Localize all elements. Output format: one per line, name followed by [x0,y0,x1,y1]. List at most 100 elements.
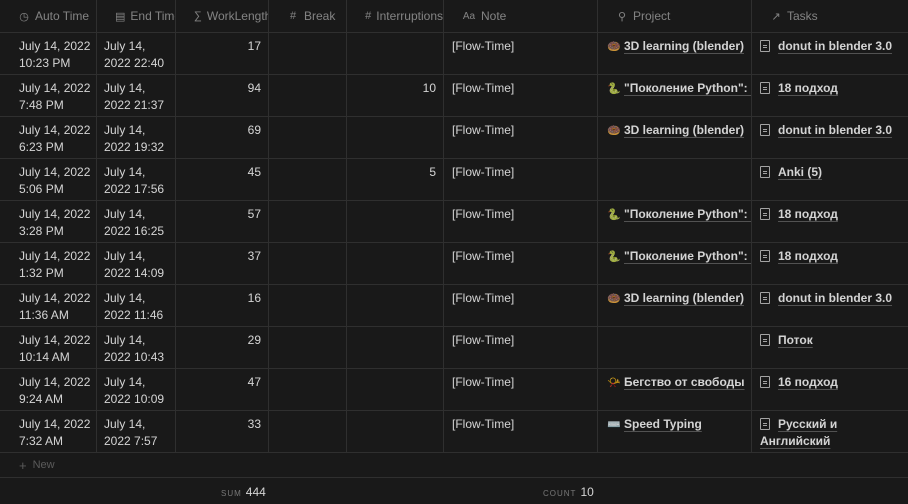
tasks-cell[interactable]: 18 подход [752,201,908,242]
break-cell[interactable] [269,285,347,326]
break-cell[interactable] [269,75,347,116]
project-cell[interactable]: 🐍"Поколение Python": курс [598,201,752,242]
note-cell[interactable]: [Flow-Time] [444,411,598,452]
worklength-cell[interactable]: 33 [176,411,269,452]
project-cell[interactable] [598,327,752,368]
break-cell[interactable] [269,33,347,74]
auto-time-cell[interactable]: July 14, 2022 10:23 PM [0,33,97,74]
tasks-cell[interactable]: 18 подход [752,75,908,116]
note-cell[interactable]: [Flow-Time] [444,159,598,200]
table-row[interactable]: July 14, 2022 9:24 AM July 14, 2022 10:09 47… [0,369,908,411]
column-header-end-time[interactable]: ▤ End Time [97,0,176,32]
table-row[interactable]: July 14, 2022 10:14 AM July 14, 2022 10:43 2… [0,327,908,369]
project-cell[interactable] [598,159,752,200]
break-cell[interactable] [269,201,347,242]
task-link[interactable]: 18 подход [778,81,838,95]
project-link[interactable]: Бегство от свободы [624,375,745,389]
worklength-cell[interactable]: 69 [176,117,269,158]
table-row[interactable]: July 14, 2022 7:48 PM July 14, 2022 21:37 94… [0,75,908,117]
column-header-tasks[interactable]: ↗ Tasks [752,0,908,32]
project-cell[interactable]: ⌨️ Speed Typing [598,411,752,452]
task-link[interactable]: 16 подход [778,375,838,389]
end-time-cell[interactable]: July 14, 2022 10:09 [97,369,176,410]
project-link[interactable]: 3D learning (blender) [624,291,744,305]
break-cell[interactable] [269,369,347,410]
table-row[interactable]: July 14, 2022 11:36 AM July 14, 2022 11:46 1… [0,285,908,327]
end-time-cell[interactable]: July 14, 2022 17:56 [97,159,176,200]
worklength-cell[interactable]: 57 [176,201,269,242]
auto-time-cell[interactable]: July 14, 2022 11:36 AM [0,285,97,326]
column-header-note[interactable]: Aa Note [444,0,598,32]
task-link[interactable]: Anki (5) [778,165,822,179]
project-link[interactable]: 3D learning (blender) [624,39,744,53]
end-time-cell[interactable]: July 14, 2022 10:43 [97,327,176,368]
project-cell[interactable]: 🍩 3D learning (blender) [598,117,752,158]
task-link[interactable]: donut in blender 3.0 [778,291,892,305]
note-cell[interactable]: [Flow-Time] [444,201,598,242]
project-link[interactable]: "Поколение Python": курс [624,81,751,95]
task-link[interactable]: Поток [778,333,813,347]
tasks-cell[interactable]: Поток [752,327,908,368]
note-cell[interactable]: [Flow-Time] [444,75,598,116]
tasks-cell[interactable]: donut in blender 3.0 [752,33,908,74]
interruptions-cell[interactable]: 10 [347,75,444,116]
interruptions-cell[interactable]: 5 [347,159,444,200]
tasks-cell[interactable]: Русский и Английский [752,411,908,452]
task-link[interactable]: 18 подход [778,207,838,221]
interruptions-cell[interactable] [347,243,444,284]
project-cell[interactable]: 🐍"Поколение Python": курс [598,243,752,284]
worklength-cell[interactable]: 94 [176,75,269,116]
new-row-button[interactable]: + New [0,453,908,478]
interruptions-cell[interactable] [347,33,444,74]
end-time-cell[interactable]: July 14, 2022 7:57 [97,411,176,452]
project-cell[interactable]: 📯 Бегство от свободы [598,369,752,410]
note-cell[interactable]: [Flow-Time] [444,243,598,284]
project-link[interactable]: "Поколение Python": курс [624,249,751,263]
end-time-cell[interactable]: July 14, 2022 11:46 [97,285,176,326]
task-link[interactable]: donut in blender 3.0 [778,39,892,53]
tasks-cell[interactable]: 16 подход [752,369,908,410]
end-time-cell[interactable]: July 14, 2022 21:37 [97,75,176,116]
note-cell[interactable]: [Flow-Time] [444,369,598,410]
project-link[interactable]: 3D learning (blender) [624,123,744,137]
project-cell[interactable]: 🍩 3D learning (blender) [598,33,752,74]
end-time-cell[interactable]: July 14, 2022 19:32 [97,117,176,158]
note-cell[interactable]: [Flow-Time] [444,33,598,74]
note-cell[interactable]: [Flow-Time] [444,327,598,368]
auto-time-cell[interactable]: July 14, 2022 10:14 AM [0,327,97,368]
end-time-cell[interactable]: July 14, 2022 22:40 [97,33,176,74]
column-header-worklength[interactable]: ∑ WorkLength [176,0,269,32]
break-cell[interactable] [269,159,347,200]
auto-time-cell[interactable]: July 14, 2022 9:24 AM [0,369,97,410]
note-cell[interactable]: [Flow-Time] [444,285,598,326]
count-aggregate[interactable]: COUNT 10 [543,485,594,499]
interruptions-cell[interactable] [347,327,444,368]
column-header-auto-time[interactable]: ◷ Auto Time [0,0,97,32]
worklength-cell[interactable]: 47 [176,369,269,410]
tasks-cell[interactable]: 18 подход [752,243,908,284]
auto-time-cell[interactable]: July 14, 2022 5:06 PM [0,159,97,200]
end-time-cell[interactable]: July 14, 2022 14:09 [97,243,176,284]
interruptions-cell[interactable] [347,117,444,158]
auto-time-cell[interactable]: July 14, 2022 3:28 PM [0,201,97,242]
auto-time-cell[interactable]: July 14, 2022 7:32 AM [0,411,97,452]
auto-time-cell[interactable]: July 14, 2022 7:48 PM [0,75,97,116]
worklength-cell[interactable]: 17 [176,33,269,74]
tasks-cell[interactable]: donut in blender 3.0 [752,285,908,326]
end-time-cell[interactable]: July 14, 2022 16:25 [97,201,176,242]
note-cell[interactable]: [Flow-Time] [444,117,598,158]
project-link[interactable]: Speed Typing [624,417,702,431]
worklength-cell[interactable]: 45 [176,159,269,200]
worklength-cell[interactable]: 29 [176,327,269,368]
project-link[interactable]: "Поколение Python": курс [624,207,751,221]
task-link[interactable]: donut in blender 3.0 [778,123,892,137]
project-cell[interactable]: 🍩 3D learning (blender) [598,285,752,326]
worklength-cell[interactable]: 16 [176,285,269,326]
table-row[interactable]: July 14, 2022 7:32 AM July 14, 2022 7:57 33 [… [0,411,908,453]
break-cell[interactable] [269,411,347,452]
break-cell[interactable] [269,243,347,284]
interruptions-cell[interactable] [347,369,444,410]
task-link[interactable]: 18 подход [778,249,838,263]
tasks-cell[interactable]: Anki (5) [752,159,908,200]
tasks-cell[interactable]: donut in blender 3.0 [752,117,908,158]
